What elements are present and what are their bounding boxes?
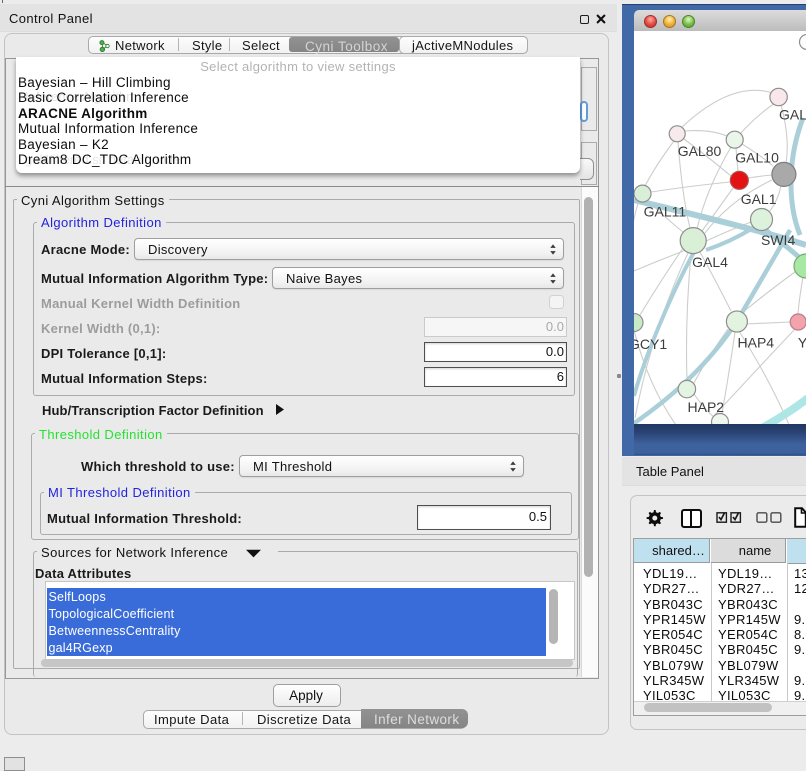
svg-text:Y: Y <box>798 335 806 351</box>
svg-text:GAL4: GAL4 <box>692 254 728 270</box>
svg-text:GAL10: GAL10 <box>735 150 779 166</box>
svg-text:GAL: GAL <box>779 107 806 123</box>
svg-text:GAL1: GAL1 <box>741 191 777 207</box>
svg-text:GCY1: GCY1 <box>634 336 667 352</box>
svg-text:HAP4: HAP4 <box>738 335 775 351</box>
svg-text:GAL11: GAL11 <box>644 204 687 220</box>
svg-text:SWI4: SWI4 <box>761 232 795 248</box>
svg-text:HAP2: HAP2 <box>688 399 725 415</box>
svg-text:GAL80: GAL80 <box>678 143 722 159</box>
